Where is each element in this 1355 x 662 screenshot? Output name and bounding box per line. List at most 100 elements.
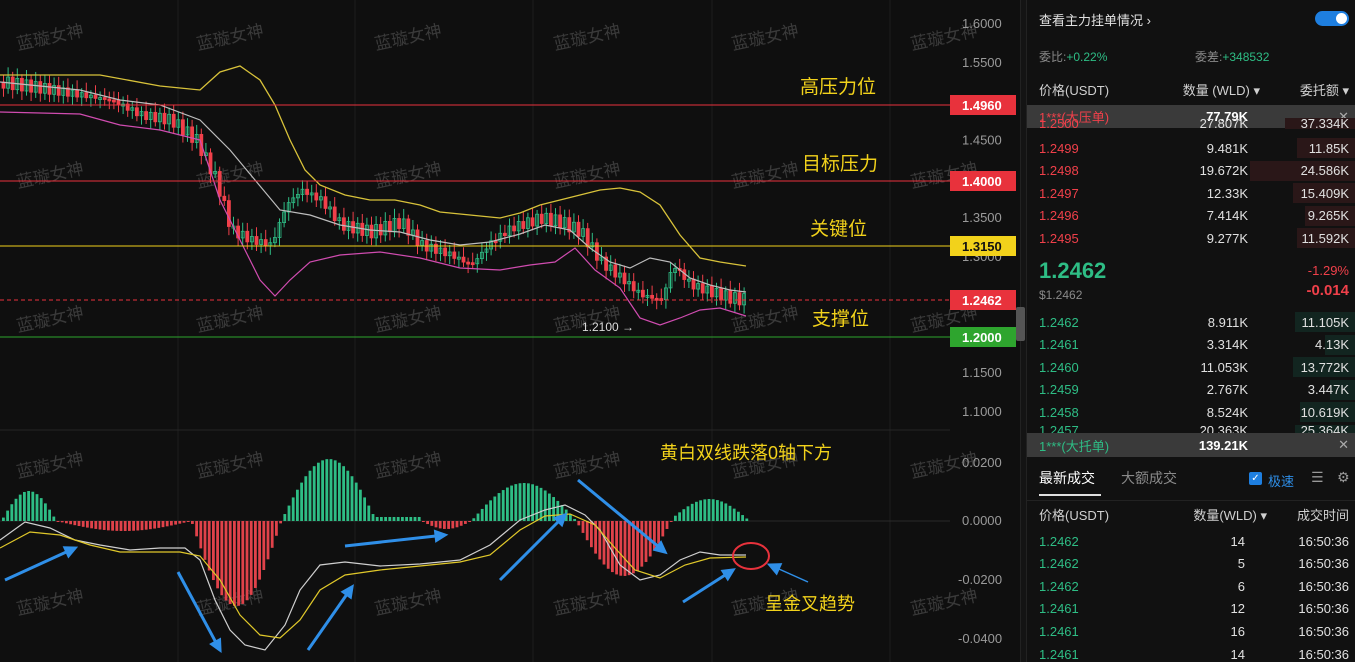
level-tag-price-1: 1.4960: [962, 98, 1002, 113]
macd-annotation: 黄白双线跌落0轴下方: [660, 443, 832, 463]
price-chart[interactable]: 蓝璇女神 蓝璇女神 蓝璇女神 蓝璇女神 蓝璇女神 蓝璇女神 蓝璇女神 蓝璇女神 蓝璇女神 蓝璇女神…: [0, 0, 1020, 662]
ask-row[interactable]: 1.2499 9.481K 11.85K: [1027, 137, 1355, 159]
macd-bar: [123, 521, 127, 531]
candle-body: [305, 188, 310, 195]
main-orders-toggle[interactable]: [1315, 11, 1349, 26]
macd-bar: [661, 521, 665, 537]
ask-row[interactable]: 1.2498 19.672K 24.586K: [1027, 160, 1355, 182]
main-orders-link[interactable]: 查看主力挂单情况 ›: [1039, 10, 1151, 29]
candle-body: [654, 297, 659, 301]
bid-row[interactable]: 1.2462 8.911K 11.105K: [1027, 311, 1355, 333]
chart-canvas[interactable]: 蓝璇女神 蓝璇女神 蓝璇女神 蓝璇女神 蓝璇女神 蓝璇女神蓝璇女神 蓝璇女神 蓝璇女神 蓝璇女神…: [0, 0, 1020, 662]
macd-bar: [52, 516, 56, 521]
ask-row[interactable]: 1.2496 7.414K 9.265K: [1027, 205, 1355, 227]
macd-bar: [632, 521, 635, 574]
macd-bar: [136, 521, 140, 531]
macd-bar: [430, 521, 434, 526]
macd-bar: [363, 497, 366, 521]
watermark-text: 蓝璇女神: [552, 586, 622, 619]
macd-bar: [657, 521, 660, 544]
collapse-handle[interactable]: [1016, 307, 1025, 341]
trade-qty: 5: [1237, 556, 1245, 572]
watermark-text: 蓝璇女神: [15, 449, 85, 482]
macd-bar: [329, 459, 333, 521]
macd-bar: [716, 500, 719, 521]
trade-row: 1.2461 14 16:50:36: [1027, 643, 1355, 662]
weicha-stat: 委差:+348532: [1195, 48, 1269, 65]
ask-amount: 37.334K: [1300, 117, 1349, 129]
fast-mode-checkbox[interactable]: ✓: [1249, 472, 1262, 485]
macd-bar: [392, 517, 396, 521]
bid-row[interactable]: 1.2459 2.767K 3.447K: [1027, 379, 1355, 401]
macd-axis-tick: -0.0200: [958, 572, 1002, 587]
macd-bar: [207, 521, 211, 571]
ask-row[interactable]: 1.2500 27.807K 37.334K: [1027, 117, 1355, 129]
bid-amount: 11.105K: [1301, 314, 1349, 330]
ask-row[interactable]: 1.2495 9.277K 11.592K: [1027, 227, 1355, 249]
watermark-text: 蓝璇女神: [195, 303, 265, 336]
trade-row: 1.2461 12 16:50:36: [1027, 598, 1355, 620]
candle-body: [549, 212, 553, 227]
candle-body: [341, 217, 346, 231]
candle-body: [622, 272, 627, 285]
candle-body: [415, 229, 420, 246]
macd-bar: [724, 503, 728, 521]
macd-bar: [325, 459, 329, 521]
macd-bar: [27, 491, 30, 521]
ask-price: 1.2496: [1039, 208, 1079, 224]
trade-qty: 6: [1237, 578, 1245, 594]
list-settings-icon[interactable]: ☰: [1311, 469, 1324, 486]
candle-body: [728, 290, 733, 304]
watermark-text: 蓝璇女神: [373, 449, 443, 482]
macd-bar: [254, 521, 257, 588]
macd-bar: [90, 521, 93, 529]
bid-row[interactable]: 1.2458 8.524K 10.619K: [1027, 401, 1355, 423]
candle-body: [558, 214, 562, 229]
candle-body: [512, 225, 516, 232]
bid-amount: 3.447K: [1307, 382, 1349, 398]
bid-row[interactable]: 1.2460 11.053K 13.772K: [1027, 356, 1355, 378]
ask-row[interactable]: 1.2497 12.33K 15.409K: [1027, 182, 1355, 204]
trade-price: 1.2462: [1039, 533, 1079, 549]
bid-row[interactable]: 1.2461 3.314K 4.13K: [1027, 334, 1355, 356]
trade-time: 16:50:36: [1298, 578, 1349, 594]
macd-bar: [283, 514, 287, 521]
candle-body: [710, 285, 714, 298]
macd-bar: [619, 521, 623, 576]
macd-bar: [170, 521, 173, 526]
macd-bar: [686, 506, 690, 521]
macd-bar: [157, 521, 161, 528]
big-buy-order-row[interactable]: 1***(大托单) 139.21K ✕: [1027, 433, 1355, 457]
macd-bar: [233, 521, 236, 606]
macd-bar: [707, 499, 711, 521]
col-amount-header[interactable]: 委托额 ▾: [1300, 80, 1349, 99]
macd-bar: [371, 514, 375, 521]
close-icon[interactable]: ✕: [1338, 437, 1349, 453]
candle-body: [180, 119, 185, 136]
candle-body: [134, 107, 139, 117]
macd-bar: [2, 517, 5, 521]
macd-bar: [23, 491, 26, 521]
macd-bar: [678, 512, 681, 521]
macd-bar: [65, 521, 68, 524]
annotation-arrow-head: [720, 568, 736, 582]
macd-bar: [342, 466, 345, 521]
macd-bar: [266, 521, 270, 560]
level-label-resistance-high: 高压力位: [800, 76, 876, 98]
macd-bar: [695, 501, 698, 521]
candle-body: [75, 89, 79, 98]
macd-bar: [732, 508, 736, 521]
trade-col-qty[interactable]: 数量(WLD) ▾: [1193, 505, 1267, 524]
tab-large-trades[interactable]: 大额成交: [1121, 468, 1177, 488]
macd-bar: [468, 521, 471, 522]
last-price: 1.2462: [1039, 258, 1107, 283]
chevron-right-icon: ›: [1143, 13, 1151, 28]
main-orders-link-label: 查看主力挂单情况: [1039, 13, 1144, 28]
col-qty-header[interactable]: 数量 (WLD) ▾: [1183, 80, 1260, 99]
macd-bar: [140, 521, 144, 531]
tab-latest-trades[interactable]: 最新成交: [1039, 468, 1095, 488]
macd-bar: [577, 521, 581, 526]
candle-body: [369, 224, 374, 239]
candle-body: [144, 111, 149, 120]
gear-icon[interactable]: ⚙: [1337, 469, 1350, 486]
